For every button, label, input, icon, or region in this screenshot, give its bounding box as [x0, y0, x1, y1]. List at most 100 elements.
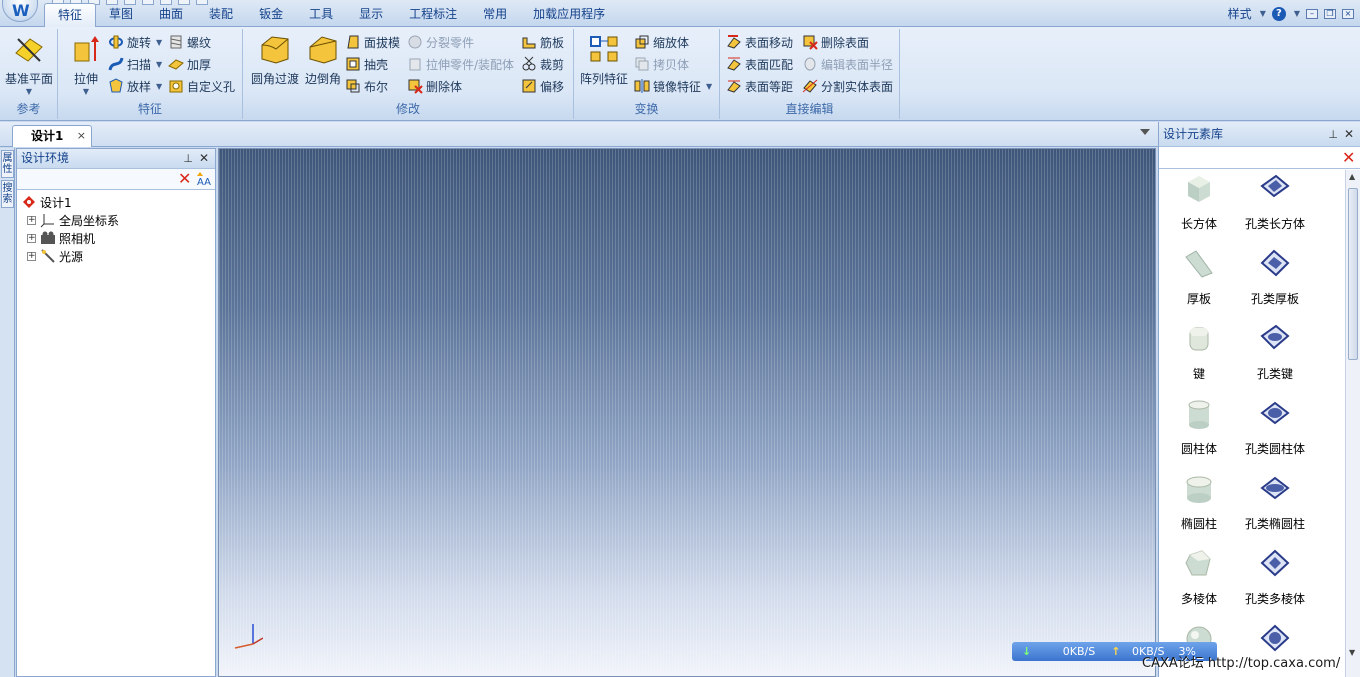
tab-sketch[interactable]: 草图: [96, 3, 146, 27]
tab-annotation[interactable]: 工程标注: [396, 3, 470, 27]
lib-item-plate[interactable]: 厚板: [1159, 247, 1239, 307]
help-dropdown-icon[interactable]: ▼: [1294, 9, 1300, 18]
library-pin-icon[interactable]: ⊥: [1328, 122, 1338, 147]
scroll-up-icon[interactable]: ▲: [1349, 172, 1355, 181]
group-reference-title: 参考: [16, 102, 41, 116]
vertical-tab-search[interactable]: 搜索: [1, 180, 14, 208]
lib-item-hole-plate[interactable]: 孔类厚板: [1235, 247, 1315, 307]
lib-item-hole-cylinder[interactable]: 孔类圆柱体: [1235, 397, 1315, 457]
delete-body-button[interactable]: 删除体: [407, 76, 462, 96]
design-environment-panel: 设计环境 ⊥ ✕ ✕ AA 设计1 + 全局坐标系 + 照相机 + 光源: [16, 148, 216, 677]
datum-plane-icon: [15, 38, 43, 62]
tab-sheetmetal[interactable]: 钣金: [246, 3, 296, 27]
hole-prism-icon: [1260, 549, 1290, 577]
library-scrollbar[interactable]: ▲ ▼: [1345, 170, 1360, 677]
lib-item-hole-box[interactable]: 孔类长方体: [1235, 172, 1315, 232]
tab-tools[interactable]: 工具: [296, 3, 346, 27]
offset-button[interactable]: 偏移: [521, 76, 564, 96]
thread-button[interactable]: 螺纹: [168, 32, 211, 52]
vertical-tab-properties[interactable]: 属性: [1, 150, 14, 178]
trim-button[interactable]: 裁剪: [521, 54, 564, 74]
loft-button[interactable]: 放样 ▼: [108, 76, 162, 96]
style-dropdown-icon[interactable]: ▼: [1260, 9, 1266, 18]
plate-icon: [1185, 250, 1213, 278]
mirror-button[interactable]: 镜像特征 ▼: [634, 76, 712, 96]
boolean-button[interactable]: 布尔: [345, 76, 388, 96]
sort-icon[interactable]: AA: [197, 171, 213, 187]
split-part-icon: [408, 35, 422, 49]
top-right-controls: 样式 ▼ ? ▼ – ❐ ×: [1228, 5, 1354, 22]
tab-addins[interactable]: 加载应用程序: [520, 3, 618, 27]
lib-item-elliptic-cylinder[interactable]: 椭圆柱: [1159, 472, 1239, 532]
tree-node-global-coords[interactable]: + 全局坐标系: [21, 211, 215, 229]
scroll-thumb[interactable]: [1348, 188, 1358, 360]
split-solid-face-button[interactable]: 分割实体表面: [802, 76, 893, 96]
thicken-button[interactable]: 加厚: [168, 54, 211, 74]
lib-item-hole-elliptic-cylinder[interactable]: 孔类椭圆柱: [1235, 472, 1315, 532]
panel-close-icon[interactable]: ✕: [199, 149, 209, 168]
document-tab-close-icon[interactable]: ×: [77, 126, 86, 146]
expand-icon[interactable]: +: [27, 215, 36, 225]
close-icon[interactable]: ×: [1342, 8, 1354, 19]
tab-display[interactable]: 显示: [346, 3, 396, 27]
expand-icon[interactable]: +: [27, 233, 36, 243]
pull-part-button[interactable]: 拉伸零件/装配体: [407, 54, 514, 74]
custom-hole-button[interactable]: 自定义孔: [168, 76, 235, 96]
document-list-dropdown-icon[interactable]: [1140, 129, 1150, 135]
sweep-button[interactable]: 扫描 ▼: [108, 54, 162, 74]
lib-item-prism[interactable]: 多棱体: [1159, 547, 1239, 607]
app-logo[interactable]: W: [2, 0, 38, 22]
copy-body-button[interactable]: 拷贝体: [634, 54, 689, 74]
revolve-button[interactable]: 旋转 ▼: [108, 32, 162, 52]
tree-node-design1[interactable]: 设计1: [21, 193, 215, 211]
match-face-button[interactable]: 表面匹配: [726, 54, 793, 74]
restore-icon[interactable]: ❐: [1324, 8, 1336, 19]
draft-icon: [347, 35, 359, 49]
split-part-label: 分裂零件: [426, 35, 475, 50]
chamfer-button[interactable]: 边倒角: [303, 33, 343, 87]
download-arrow-icon: ↓: [1022, 645, 1032, 658]
fillet-button[interactable]: 圆角过渡: [247, 33, 303, 87]
lib-item-hole-prism[interactable]: 孔类多棱体: [1235, 547, 1315, 607]
split-part-button[interactable]: 分裂零件: [407, 32, 474, 52]
tab-common[interactable]: 常用: [470, 3, 520, 27]
offset-icon: [522, 79, 536, 93]
group-transform: 阵列特征 缩放体 拷贝体 镜像特征 ▼ 变换: [574, 29, 720, 119]
minimize-icon[interactable]: –: [1306, 8, 1318, 19]
elliptic-cylinder-icon: [1186, 476, 1212, 503]
delete-icon[interactable]: ✕: [178, 171, 191, 187]
rib-button[interactable]: 筋板: [521, 32, 564, 52]
draft-button[interactable]: 面拔模: [345, 32, 400, 52]
tab-assembly[interactable]: 装配: [196, 3, 246, 27]
design-tree: 设计1 + 全局坐标系 + 照相机 + 光源: [17, 190, 215, 265]
tab-feature[interactable]: 特征: [44, 3, 97, 27]
lib-item-key[interactable]: 键: [1159, 322, 1239, 382]
tree-node-camera[interactable]: + 照相机: [21, 229, 215, 247]
expand-icon[interactable]: +: [27, 251, 36, 261]
library-close-icon[interactable]: ✕: [1344, 122, 1354, 147]
style-menu[interactable]: 样式: [1228, 5, 1252, 22]
move-face-button[interactable]: 表面移动: [726, 32, 793, 52]
document-tab-label: 设计1: [31, 129, 64, 143]
pattern-button[interactable]: 阵列特征: [578, 33, 630, 87]
tree-node-light[interactable]: + 光源: [21, 247, 215, 265]
shell-button[interactable]: 抽壳: [345, 54, 388, 74]
revolve-dropdown-icon: ▼: [156, 37, 163, 47]
tab-surface[interactable]: 曲面: [146, 3, 196, 27]
offset-face-button[interactable]: 表面等距: [726, 76, 793, 96]
datum-plane-button[interactable]: 基准平面 ▼: [3, 33, 55, 96]
library-delete-icon[interactable]: ✕: [1342, 150, 1355, 166]
help-icon[interactable]: ?: [1271, 6, 1286, 21]
scroll-down-icon[interactable]: ▼: [1349, 648, 1355, 657]
lib-item-hole-key[interactable]: 孔类键: [1235, 322, 1315, 382]
lib-item-cylinder[interactable]: 圆柱体: [1159, 397, 1239, 457]
3d-viewport[interactable]: [218, 148, 1156, 677]
extrude-button[interactable]: 拉伸 ▼: [66, 33, 106, 96]
hole-sphere-icon: [1260, 624, 1290, 652]
document-tab-design1[interactable]: 设计1 ×: [12, 125, 92, 147]
pin-icon[interactable]: ⊥: [183, 149, 193, 168]
delete-face-button[interactable]: 删除表面: [802, 32, 869, 52]
lib-item-box[interactable]: 长方体: [1159, 172, 1239, 232]
edit-face-radius-button[interactable]: 编辑表面半径: [802, 54, 893, 74]
scale-button[interactable]: 缩放体: [634, 32, 689, 52]
